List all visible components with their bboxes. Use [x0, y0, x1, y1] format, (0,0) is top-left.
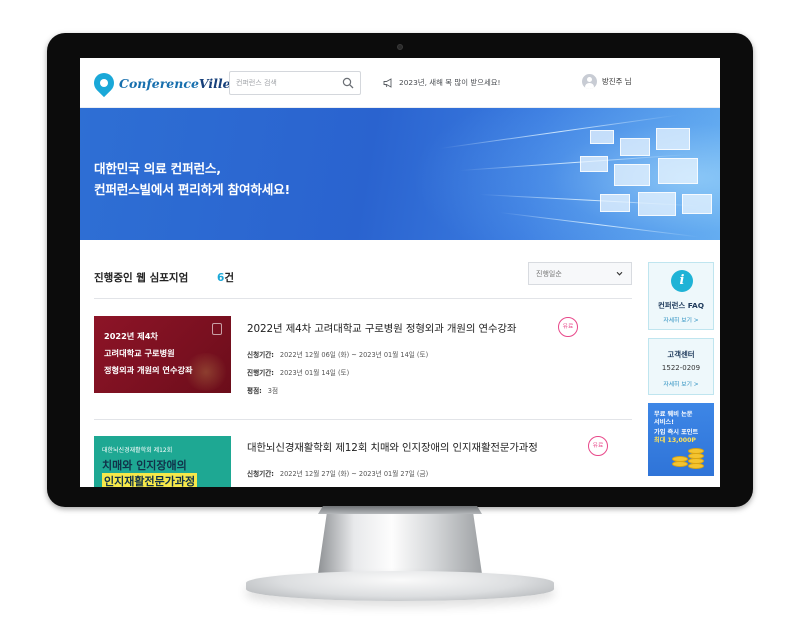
thumbnail-text: 정형외과 개원의 연수강좌 [104, 365, 193, 375]
monitor-stand-neck [318, 506, 482, 574]
thumbnail-text: 2022년 제4차 [104, 331, 158, 341]
thumbnail-text: 고려대학교 구로병원 [104, 348, 175, 358]
user-name: 방진주 님 [602, 77, 632, 86]
faq-link[interactable]: 자세히 보기 > [649, 315, 713, 324]
conference-thumbnail[interactable]: 2022년 제4차 고려대학교 구로병원 정형외과 개원의 연수강좌 [94, 316, 231, 393]
megaphone-icon [383, 77, 392, 88]
monitor-stand-joint [318, 506, 482, 514]
webcam [397, 44, 403, 50]
cs-link[interactable]: 자세히 보기 > [649, 379, 713, 388]
user-menu[interactable]: 방진주 님 [582, 74, 632, 89]
site-logo[interactable]: ConferenceVille [89, 68, 231, 98]
conference-title[interactable]: 대한뇌신경재활학회 제12회 치매와 인지장애의 인지재활전문가과정 [247, 439, 538, 454]
meta-value: 2022년 12월 06일 (화) ~ 2023년 01월 14일 (토) [279, 351, 429, 359]
thumbnail-text: 치매와 인지장애의 [102, 459, 187, 472]
logo-word-2: Ville [198, 75, 231, 91]
banner-screen-tile [638, 192, 676, 216]
banner-headline-2: 컨퍼런스빌에서 편리하게 참여하세요! [94, 182, 291, 197]
conference-thumbnail[interactable]: 대한뇌신경재활학회 제12회 치매와 인지장애의 인지재활전문가과정 [94, 436, 231, 487]
notice-text: 2023년, 새해 복 많이 받으세요! [399, 78, 501, 87]
logo-word-1: Conference [119, 75, 199, 91]
avatar-icon [582, 74, 597, 89]
paid-badge: 유료 [558, 317, 578, 337]
meta-label: 진행기간: [247, 369, 274, 377]
customer-center-card[interactable]: 고객센터 1522-0209 자세히 보기 > [648, 338, 714, 395]
monitor-stand-base [246, 571, 554, 601]
banner-screen-tile [600, 194, 630, 212]
meta-label: 신청기간: [247, 351, 274, 359]
meta-label: 신청기간: [247, 470, 274, 478]
promo-text: 서비스! [654, 419, 674, 426]
promo-banner[interactable]: 무료 웨비 논문 서비스! 가입 즉시 포인트 최대 13,000P [648, 403, 714, 476]
site-header: ConferenceVille 2023년, 새해 복 많이 받으세요! 방진주… [80, 58, 720, 108]
banner-screen-tile [658, 158, 698, 184]
chevron-down-icon [616, 271, 623, 276]
cs-title: 고객센터 [667, 350, 695, 359]
monitor-mockup: ConferenceVille 2023년, 새해 복 많이 받으세요! 방진주… [0, 0, 800, 622]
meta-value: 3점 [267, 387, 279, 395]
meta-row: 신청기간: 2022년 12월 06일 (화) ~ 2023년 01월 14일 (… [247, 349, 428, 359]
thumbnail-subtitle: 대한뇌신경재활학회 제12회 [102, 447, 173, 454]
search-input[interactable] [236, 76, 336, 90]
promo-text: 최대 13,000P [654, 437, 696, 444]
banner-screen-tile [614, 164, 650, 186]
meta-value: 2022년 12월 27일 (화) ~ 2023년 01월 27일 (금) [279, 470, 429, 478]
search-icon[interactable] [342, 77, 354, 89]
meta-row: 평점: 3점 [247, 385, 278, 395]
sort-selected-label: 진행일순 [536, 270, 562, 278]
hero-banner[interactable]: 대한민국 의료 컨퍼런스, 컨퍼런스빌에서 편리하게 참여하세요! [80, 108, 720, 240]
logo-text: ConferenceVille [119, 76, 231, 91]
faq-card[interactable]: i 컨퍼런스 FAQ 자세히 보기 > [648, 262, 714, 330]
university-emblem-icon [212, 323, 222, 335]
search-box [229, 71, 361, 95]
banner-screen-tile [580, 156, 608, 172]
logo-pin-icon [89, 68, 119, 98]
banner-screen-tile [682, 194, 712, 214]
list-count: 6건 [217, 270, 234, 285]
banner-screen-tile [620, 138, 650, 156]
cs-phone: 1522-0209 [661, 364, 701, 372]
list-count-suffix: 건 [224, 272, 234, 284]
banner-headline-1: 대한민국 의료 컨퍼런스, [94, 161, 221, 176]
list-title: 진행중인 웹 심포지엄 [94, 272, 189, 284]
screen: ConferenceVille 2023년, 새해 복 많이 받으세요! 방진주… [80, 58, 720, 487]
divider [94, 419, 632, 420]
coin-icon [672, 456, 688, 462]
meta-value: 2023년 01월 14일 (토) [279, 369, 350, 377]
meta-label: 평점: [247, 387, 262, 395]
coin-icon [688, 448, 704, 454]
divider [94, 298, 632, 299]
info-icon: i [671, 270, 693, 292]
thumbnail-text: 인지재활전문가과정 [102, 473, 198, 487]
banner-screen-tile [656, 128, 690, 150]
paid-badge: 유료 [588, 436, 608, 456]
notice-bar[interactable]: 2023년, 새해 복 많이 받으세요! [383, 77, 501, 88]
meta-row: 신청기간: 2022년 12월 27일 (화) ~ 2023년 01월 27일 (… [247, 468, 428, 478]
sort-dropdown[interactable]: 진행일순 [528, 262, 632, 285]
meta-row: 진행기간: 2023년 01월 14일 (토) [247, 367, 349, 377]
conference-title[interactable]: 2022년 제4차 고려대학교 구로병원 정형외과 개원의 연수강좌 [247, 320, 516, 335]
banner-screen-tile [590, 130, 614, 144]
faq-title: 컨퍼런스 FAQ [658, 301, 704, 310]
